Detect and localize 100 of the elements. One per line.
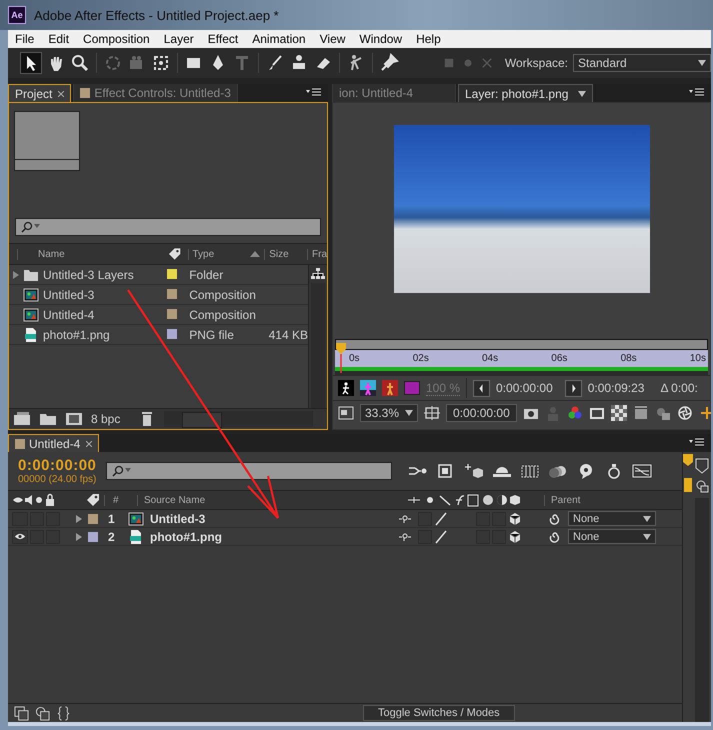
close-icon[interactable] (86, 440, 92, 446)
out-point-time[interactable]: 0:00:09:23 (588, 381, 644, 395)
figure-alpha-icon[interactable] (382, 380, 398, 396)
3d-view-icon[interactable] (654, 405, 671, 421)
menu-item[interactable]: Help (409, 32, 448, 46)
zoom-tool-icon[interactable] (70, 53, 90, 73)
channels-icon[interactable] (566, 405, 583, 421)
layer-switches-toggle-icon[interactable] (14, 706, 29, 720)
lock-toggle[interactable] (46, 512, 60, 526)
column-header[interactable]: Size (264, 248, 308, 260)
menu-item[interactable]: Layer (156, 32, 201, 46)
time-navigator-icon[interactable] (683, 454, 693, 494)
column-header[interactable]: Source Name (137, 494, 406, 506)
braces-icon[interactable] (56, 706, 71, 720)
shutter-icon[interactable] (676, 405, 693, 421)
figure-overlay-icon[interactable] (360, 380, 376, 396)
item-name[interactable]: photo#1.png (43, 328, 110, 342)
toggle-switches-button[interactable]: Toggle Switches / Modes (363, 705, 515, 721)
menu-item[interactable]: Window (352, 32, 410, 46)
frame-blending-icon[interactable] (520, 463, 540, 479)
horizontal-scrollbar[interactable] (164, 411, 313, 427)
comp-button-icon[interactable] (695, 478, 709, 494)
rotate-tool-icon[interactable] (103, 53, 123, 73)
transfer-controls-icon[interactable] (35, 706, 50, 720)
3d-layer-switch-icon[interactable] (508, 512, 522, 526)
magnification-dropdown[interactable]: 33.3% (360, 404, 418, 422)
item-name[interactable]: Untitled-3 (43, 288, 94, 302)
expand-arrow-icon[interactable] (76, 514, 82, 522)
current-time-field[interactable]: 0:00:00:00 (446, 404, 517, 422)
effects-switch[interactable] (476, 512, 490, 526)
flowchart-icon[interactable] (311, 268, 325, 280)
layer-name[interactable]: Untitled-3 (150, 512, 396, 526)
in-point-time[interactable]: 0:00:00:00 (496, 381, 553, 395)
panel-tab[interactable]: ion: Untitled-4 (332, 84, 456, 103)
current-time[interactable]: 0:00:00:00 (18, 457, 96, 474)
pick-whip-icon[interactable] (548, 512, 562, 526)
panel-menu-icon[interactable] (306, 88, 322, 98)
sort-icon[interactable] (250, 251, 260, 257)
layout-icon[interactable] (338, 405, 354, 421)
panel-menu-icon[interactable] (689, 438, 705, 448)
comp-marker-icon[interactable] (695, 458, 709, 474)
panel-menu-icon[interactable] (689, 88, 705, 98)
label-tag-icon[interactable] (168, 247, 182, 261)
shy-switch-icon[interactable] (398, 532, 412, 542)
menu-item[interactable]: Composition (76, 32, 157, 46)
pin-tool-icon[interactable] (379, 53, 399, 73)
color-swatch[interactable] (404, 381, 420, 395)
item-name[interactable]: Untitled-4 (43, 308, 94, 322)
close-icon[interactable] (58, 90, 64, 96)
plus-icon[interactable] (698, 405, 711, 421)
folder-icon[interactable] (39, 412, 57, 426)
set-in-point-icon[interactable] (473, 380, 490, 396)
composition-icon[interactable] (65, 412, 83, 426)
3d-layer-switch-icon[interactable] (508, 530, 522, 544)
item-name[interactable]: Untitled-3 Layers (43, 268, 134, 282)
selection-tool-icon[interactable] (20, 52, 42, 74)
expand-arrow-icon[interactable] (13, 270, 19, 278)
panel-tab[interactable]: Project (8, 84, 72, 102)
layer-name[interactable]: photo#1.png (150, 530, 396, 544)
workspace-dropdown[interactable]: Standard (573, 54, 711, 72)
quality-switch-icon[interactable] (434, 530, 448, 544)
time-ruler[interactable]: 0s 02s 04s 06s 08s 10s (335, 350, 708, 367)
visibility-toggle[interactable] (12, 530, 28, 544)
visibility-toggle[interactable] (12, 512, 28, 526)
parent-dropdown[interactable]: None (568, 529, 656, 544)
motion-blur-icon[interactable] (548, 463, 568, 479)
column-header[interactable]: Parent (544, 494, 580, 506)
work-area-bar[interactable] (335, 339, 708, 350)
bit-depth-button[interactable]: 8 bpc (91, 412, 120, 426)
sparkle-cube-icon[interactable] (464, 463, 484, 479)
column-header[interactable]: Name (17, 248, 168, 260)
motion-blur-switch[interactable] (492, 512, 506, 526)
menu-item[interactable]: View (312, 32, 352, 46)
pan-behind-tool-icon[interactable] (151, 53, 171, 73)
solo-toggle[interactable] (30, 512, 44, 526)
scrollbar[interactable] (695, 498, 709, 722)
menu-item[interactable]: Effect (200, 32, 246, 46)
expand-arrow-icon[interactable] (76, 532, 82, 540)
search-field[interactable] (15, 218, 321, 236)
quality-switch-icon[interactable] (434, 512, 448, 526)
panel-tab[interactable]: Effect Controls: Untitled-3 (73, 84, 238, 103)
column-header[interactable]: # (104, 494, 137, 506)
shy-switch-icon[interactable] (398, 514, 412, 524)
interpret-footage-icon[interactable] (13, 412, 31, 426)
menu-item[interactable]: Animation (245, 32, 313, 46)
search-field[interactable] (106, 462, 392, 480)
graph-editor-icon[interactable] (632, 463, 652, 479)
menu-item[interactable]: Edit (41, 32, 76, 46)
safe-margins-icon[interactable] (588, 405, 605, 421)
column-header[interactable]: Fra (307, 248, 328, 260)
transparency-grid-icon[interactable] (610, 405, 627, 421)
pick-whip-icon[interactable] (548, 530, 562, 544)
collapse-switch[interactable] (418, 512, 432, 526)
column-header[interactable]: Type (188, 248, 264, 260)
panel-tab[interactable]: Layer: photo#1.png (458, 84, 594, 102)
set-out-point-icon[interactable] (564, 380, 582, 396)
frame-icon[interactable] (632, 405, 649, 421)
timeline-tab[interactable]: Untitled-4 (8, 434, 100, 452)
figure-icon[interactable] (338, 380, 354, 396)
playhead-icon[interactable] (336, 343, 346, 373)
